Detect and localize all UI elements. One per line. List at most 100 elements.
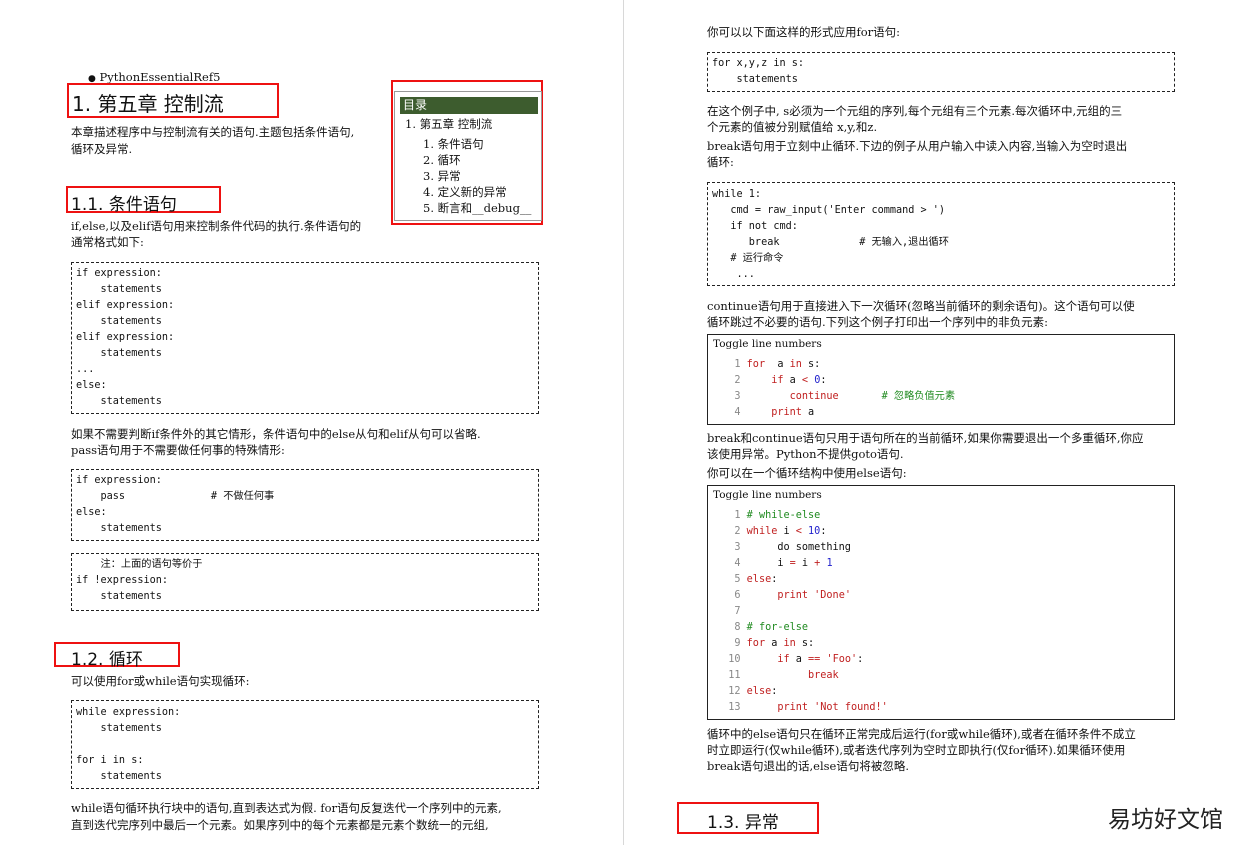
code-token: # while-else bbox=[746, 510, 821, 521]
code-line: if !expression: bbox=[76, 575, 169, 586]
code-token: a bbox=[765, 638, 784, 649]
code-token: : bbox=[771, 686, 778, 697]
line-number: 7 bbox=[716, 606, 747, 617]
code-token: # for-else bbox=[746, 622, 809, 633]
code-token: 'Foo' bbox=[826, 654, 858, 665]
line-number: 1 bbox=[716, 359, 747, 370]
toc-item-exceptions[interactable]: 3. 异常 bbox=[423, 168, 461, 184]
code-token: a bbox=[789, 654, 809, 665]
code-line: if expression: bbox=[76, 268, 162, 279]
code-token: print bbox=[771, 407, 802, 418]
code-block-else-loop: Toggle line numbers 1 # while-else 2 whi… bbox=[707, 485, 1175, 720]
code-token: i bbox=[777, 526, 796, 537]
code-block-pass: if expression: pass # 不做任何事 else: statem… bbox=[71, 469, 539, 541]
code-token: == bbox=[808, 654, 821, 665]
code-line: statements bbox=[76, 316, 162, 327]
line-number: 2 bbox=[716, 526, 747, 537]
code-block-if: if expression: statements elif expressio… bbox=[71, 262, 539, 414]
cond-desc-1: if,else,以及elif语句用来控制条件代码的执行.条件语句的 bbox=[71, 219, 362, 233]
code-line: 12 else: bbox=[716, 684, 777, 700]
code-line: 9 for a in s: bbox=[716, 636, 814, 652]
code-token: 10 bbox=[808, 526, 821, 537]
code-line: 1 for a in s: bbox=[716, 357, 820, 373]
code-token: print bbox=[777, 702, 809, 713]
left-page: ● PythonEssentialRef5 1. 第五章 控制流 本章描述程序中… bbox=[0, 0, 623, 845]
line-number: 3 bbox=[716, 542, 747, 553]
else-run-desc-1: 循环中的else语句只在循环正常完成后运行(for或while循环),或者在循环… bbox=[707, 727, 1136, 741]
code-line: 4 print a bbox=[716, 405, 814, 421]
code-line: elif expression: bbox=[76, 300, 175, 311]
line-number: 4 bbox=[716, 407, 747, 418]
code-line: statements bbox=[712, 74, 798, 85]
section-heading-conditionals: 1.1. 条件语句 bbox=[71, 195, 177, 215]
toc-item-chapter[interactable]: 1. 第五章 控制流 bbox=[405, 116, 492, 132]
toc-item-loops[interactable]: 2. 循环 bbox=[423, 152, 461, 168]
code-line: 4 i = i + 1 bbox=[716, 556, 832, 572]
line-number: 10 bbox=[716, 654, 747, 665]
code-token: for bbox=[746, 359, 766, 370]
for-desc: 你可以以下面这样的形式应用for语句: bbox=[707, 25, 901, 39]
table-of-contents: 目录 1. 第五章 控制流 1. 条件语句 2. 循环 3. 异常 4. 定义新… bbox=[394, 91, 542, 221]
else-run-desc-3: break语句退出的话,else语句将被忽略. bbox=[707, 759, 909, 773]
break-desc-2: 循环: bbox=[707, 155, 734, 169]
code-token: 'Done' bbox=[814, 590, 851, 601]
toc-item-assert-debug[interactable]: 5. 断言和__debug__ bbox=[423, 200, 531, 216]
toc-title: 目录 bbox=[400, 97, 538, 114]
code-token: while bbox=[746, 526, 778, 537]
chapter-heading: 1. 第五章 控制流 bbox=[72, 92, 224, 116]
code-line: 13 print 'Not found!' bbox=[716, 700, 888, 716]
cond-desc-2: 通常格式如下: bbox=[71, 235, 144, 249]
toggle-line-numbers-link[interactable]: Toggle line numbers bbox=[713, 338, 822, 350]
code-line: ... bbox=[712, 269, 755, 280]
code-line: break # 无输入,退出循环 bbox=[712, 237, 949, 248]
code-block-continue: Toggle line numbers 1 for a in s: 2 if a… bbox=[707, 334, 1175, 425]
code-line: 2 while i < 10: bbox=[716, 524, 826, 540]
else-loop-desc: 你可以在一个循环结构中使用else语句: bbox=[707, 466, 907, 480]
code-token: if bbox=[771, 375, 784, 386]
code-line: statements bbox=[76, 523, 162, 534]
code-line: 7 bbox=[716, 604, 747, 620]
code-line: 8 # for-else bbox=[716, 620, 808, 636]
code-line: statements bbox=[76, 771, 162, 782]
toggle-line-numbers-link[interactable]: Toggle line numbers bbox=[713, 489, 822, 501]
line-number: 2 bbox=[716, 375, 747, 386]
code-line: if expression: bbox=[76, 475, 162, 486]
break-desc-1: break语句用于立刻中止循环.下边的例子从用户输入中读入内容,当输入为空时退出 bbox=[707, 139, 1128, 153]
code-line: 11 break bbox=[716, 668, 838, 684]
line-number: 1 bbox=[716, 510, 747, 521]
code-token: : bbox=[820, 375, 827, 386]
line-number: 8 bbox=[716, 622, 747, 633]
code-line: statements bbox=[76, 348, 162, 359]
code-block-equivalent: 注：上面的语句等价于 if !expression: statements bbox=[71, 553, 539, 611]
code-token: continue bbox=[789, 391, 839, 402]
multi-desc-1: break和continue语句只用于语句所在的当前循环,如果你需要退出一个多重… bbox=[707, 431, 1144, 445]
code-line: 3 do something bbox=[716, 540, 851, 556]
page-divider bbox=[623, 0, 624, 845]
code-line: 1 # while-else bbox=[716, 508, 820, 524]
line-number: 3 bbox=[716, 391, 747, 402]
code-line: if not cmd: bbox=[712, 221, 798, 232]
line-number: 4 bbox=[716, 558, 747, 569]
bullet-link[interactable]: PythonEssentialRef5 bbox=[100, 70, 221, 84]
code-line: elif expression: bbox=[76, 332, 175, 343]
code-line: for x,y,z in s: bbox=[712, 58, 805, 69]
code-token: # 忽略负值元素 bbox=[881, 391, 956, 402]
code-line: while expression: bbox=[76, 707, 181, 718]
code-line: statements bbox=[76, 284, 162, 295]
toc-item-new-exceptions[interactable]: 4. 定义新的异常 bbox=[423, 184, 507, 200]
code-token: if bbox=[777, 654, 790, 665]
code-line: while 1: bbox=[712, 189, 762, 200]
multi-desc-2: 该使用异常。Python不提供goto语句. bbox=[707, 447, 904, 461]
continue-desc-1: continue语句用于直接进入下一次循环(忽略当前循环的剩余语句)。这个语句可… bbox=[707, 299, 1135, 313]
intro-line-2: 循环及异常. bbox=[71, 142, 133, 156]
code-line: # 运行命令 bbox=[712, 253, 784, 264]
toc-item-conditionals[interactable]: 1. 条件语句 bbox=[423, 136, 484, 152]
code-token: s: bbox=[801, 359, 821, 370]
